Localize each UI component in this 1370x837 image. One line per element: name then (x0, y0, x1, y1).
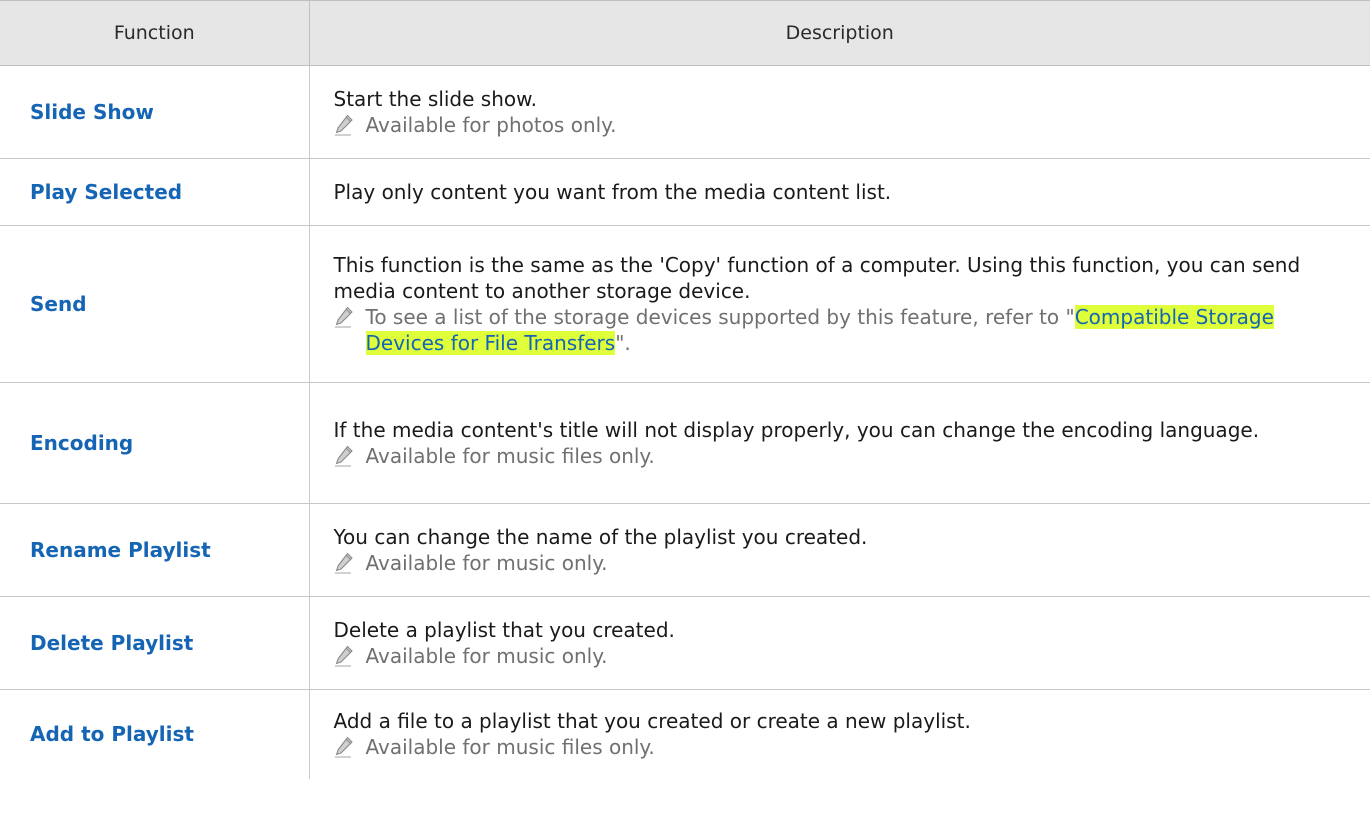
function-description: Start the slide show. Available for phot… (309, 65, 1370, 159)
function-name: Encoding (0, 382, 310, 504)
function-description: Add a file to a playlist that you create… (309, 690, 1370, 779)
description-text: If the media content's title will not di… (333, 418, 1260, 442)
note: To see a list of the storage devices sup… (334, 304, 1353, 356)
pencil-note-icon (334, 304, 358, 330)
pencil-note-icon (334, 550, 358, 576)
note-text: Available for photos only. (365, 113, 617, 137)
function-table: Function Description Slide Show Start th… (0, 0, 1370, 779)
description-text: Add a file to a playlist that you create… (333, 709, 971, 734)
table-row: Add to Playlist Add a file to a playlist… (0, 689, 1370, 779)
pencil-note-icon (334, 443, 358, 469)
header-function: Function (0, 0, 310, 66)
function-description: Delete a playlist that you created. Avai… (309, 596, 1370, 690)
description-text: Start the slide show. (333, 87, 538, 111)
description-text: This function is the same as the 'Copy' … (333, 253, 1301, 303)
function-description: You can change the name of the playlist … (309, 503, 1370, 597)
function-name: Rename Playlist (0, 503, 310, 597)
description-text: You can change the name of the playlist … (333, 525, 868, 549)
table-row: Encoding If the media content's title wi… (0, 382, 1370, 504)
table-row: Slide Show Start the slide show. Availab… (0, 65, 1370, 159)
note-prefix: To see a list of the storage devices sup… (365, 305, 1075, 329)
function-name: Play Selected (0, 158, 310, 226)
function-name: Add to Playlist (0, 689, 310, 779)
function-name: Delete Playlist (0, 596, 310, 690)
note-suffix: ". (615, 331, 631, 355)
note: Available for photos only. (334, 112, 1353, 138)
table-row: Play Selected Play only content you want… (0, 158, 1370, 226)
function-name: Send (0, 225, 310, 383)
note: Available for music only. (334, 550, 1353, 576)
function-description: Play only content you want from the medi… (309, 158, 1370, 226)
function-description: If the media content's title will not di… (309, 382, 1370, 504)
table-row: Send This function is the same as the 'C… (0, 225, 1370, 383)
note-text: Available for music only. (365, 644, 608, 668)
pencil-note-icon (334, 112, 358, 138)
description-text: Delete a playlist that you created. (333, 618, 675, 642)
function-description: This function is the same as the 'Copy' … (309, 225, 1370, 383)
table-row: Delete Playlist Delete a playlist that y… (0, 596, 1370, 690)
note-text: Available for music only. (365, 551, 608, 575)
table-row: Rename Playlist You can change the name … (0, 503, 1370, 597)
table-header-row: Function Description (0, 0, 1370, 66)
function-name: Slide Show (0, 65, 310, 159)
note-text: To see a list of the storage devices sup… (365, 304, 1353, 356)
description-text: Play only content you want from the medi… (333, 180, 892, 204)
header-description: Description (309, 0, 1370, 66)
pencil-note-icon (334, 643, 358, 669)
note: Available for music only. (334, 643, 1353, 669)
note-text: Available for music files only. (365, 735, 655, 760)
note: Available for music files only. (334, 734, 1353, 760)
note-text: Available for music files only. (365, 444, 655, 468)
pencil-note-icon (334, 734, 358, 760)
note: Available for music files only. (334, 443, 1353, 469)
